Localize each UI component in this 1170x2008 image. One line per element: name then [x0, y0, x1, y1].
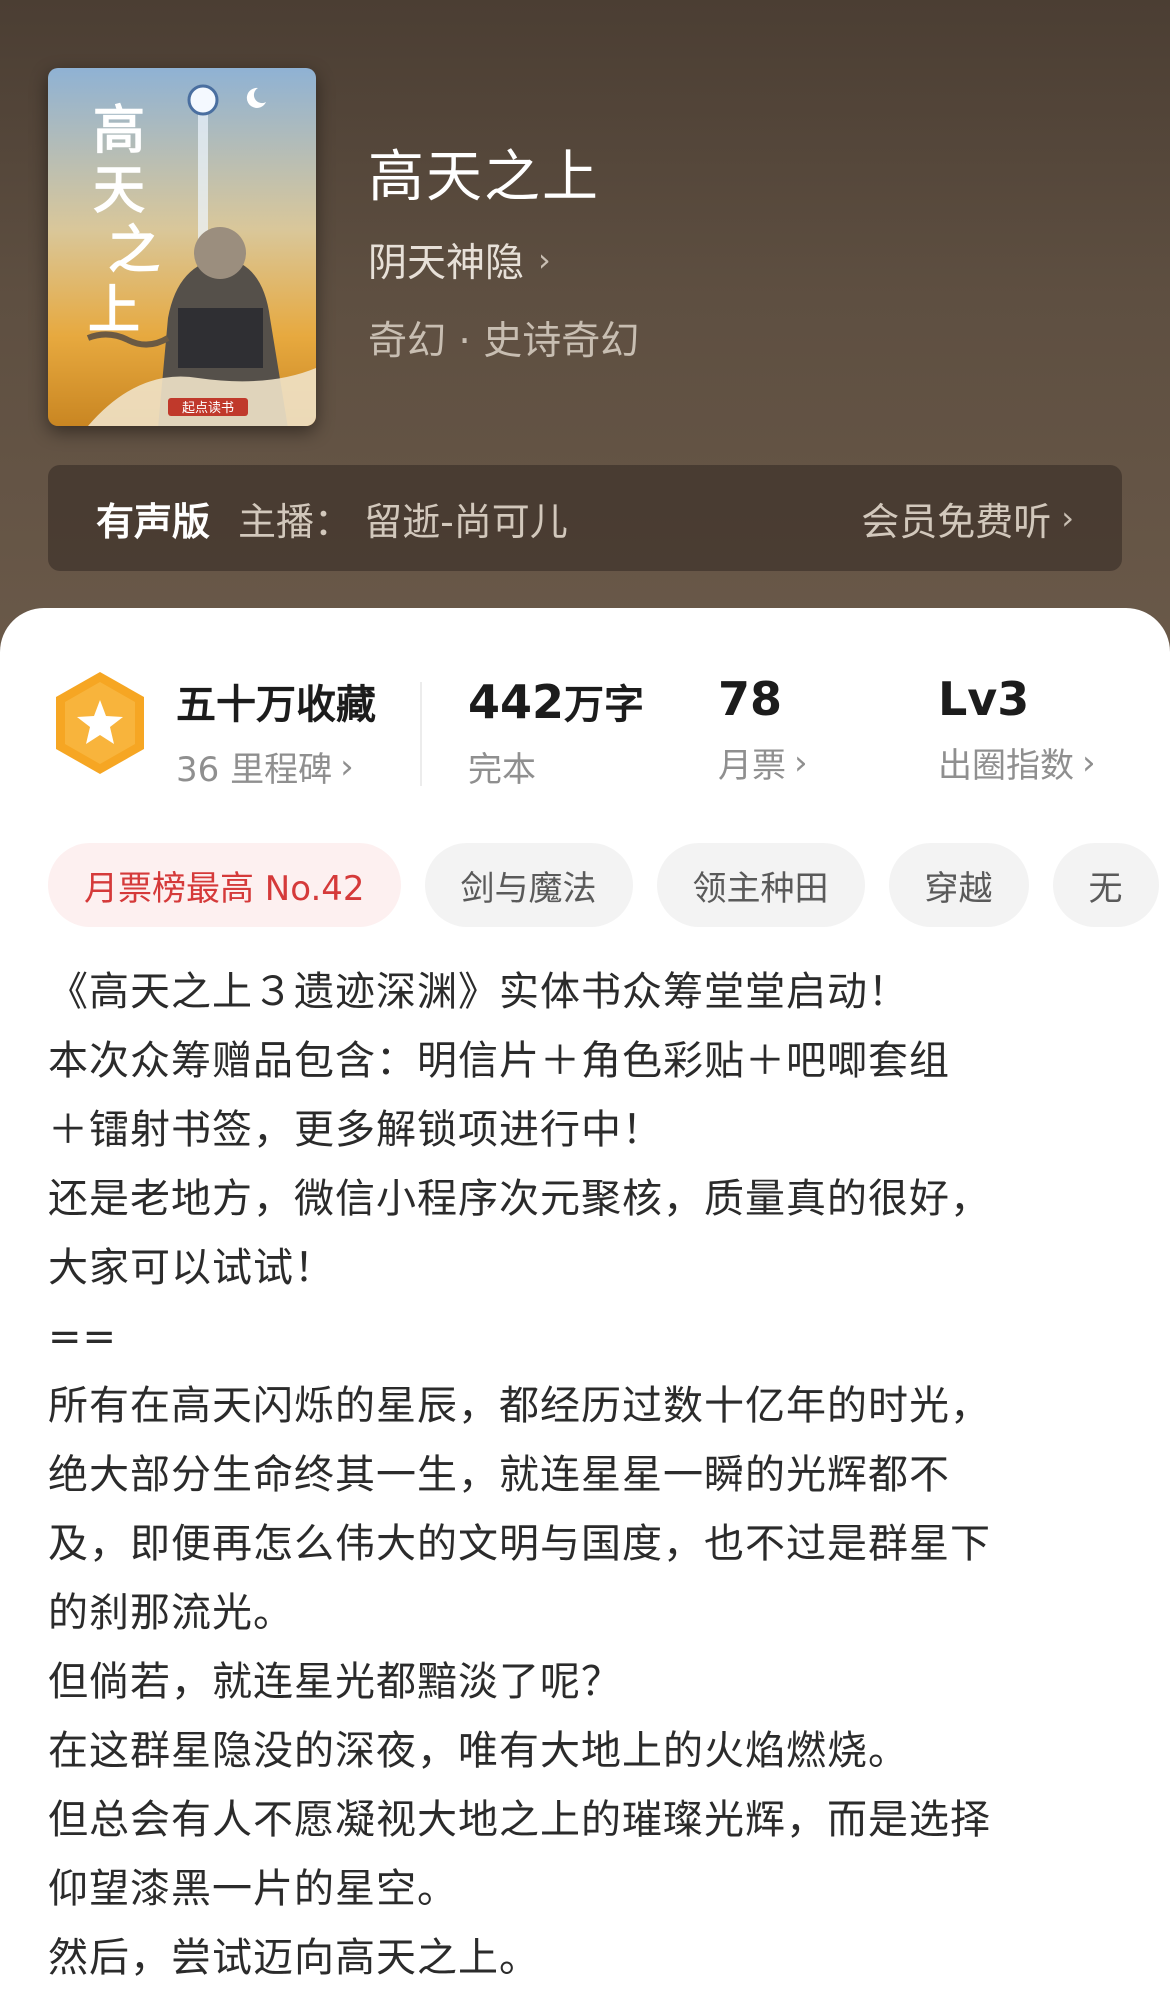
chevron-right-icon: › — [340, 746, 354, 787]
description-line: 在这群星隐没的深夜，唯有大地上的火焰燃烧。 — [48, 1728, 909, 1774]
tag-list: 月票榜最高 No.42 剑与魔法 领主种田 穿越 无 — [48, 843, 1170, 927]
stats-divider — [420, 682, 422, 786]
svg-text:高: 高 — [93, 100, 145, 161]
word-count-unit: 万字 — [564, 682, 645, 728]
description-line: 大家可以试试！ — [48, 1245, 335, 1291]
book-description: 《高天之上３遗迹深渊》实体书众筹堂堂启动！ 本次众筹赠品包含：明信片＋角色彩贴＋… — [48, 958, 1128, 1993]
description-line: 《高天之上３遗迹深渊》实体书众筹堂堂启动！ — [48, 969, 909, 1015]
audio-edition-bar[interactable]: 有声版 主播： 留逝-尚可儿 会员免费听 › — [48, 465, 1122, 571]
popularity-index-stat[interactable]: Lv3 出圈指数 › — [938, 672, 1096, 787]
description-line: 及，即便再怎么伟大的文明与国度，也不过是群星下 — [48, 1521, 991, 1567]
favorites-count: 五十万收藏 — [176, 682, 376, 728]
tag-chip-ranking[interactable]: 月票榜最高 No.42 — [48, 843, 401, 927]
book-cover[interactable]: 起点读书 高 天 之 上 — [48, 68, 316, 426]
description-line: 还是老地方，微信小程序次元聚核，质量真的很好， — [48, 1176, 991, 1222]
chevron-right-icon: › — [538, 241, 551, 279]
audio-edition-label: 有声版 — [96, 499, 211, 544]
description-line: 的刹那流光。 — [48, 1590, 294, 1636]
stats-row: 五十万收藏 36 里程碑 › 442万字 完本 78 月票 › Lv3 出圈指数 — [0, 608, 1170, 808]
tag-chip[interactable]: 领主种田 — [656, 843, 865, 927]
book-genre: 奇幻 · 史诗奇幻 — [368, 319, 640, 364]
monthly-tickets-stat[interactable]: 78 月票 › — [718, 672, 808, 787]
completion-status: 完本 — [468, 750, 536, 790]
svg-text:天: 天 — [93, 160, 145, 221]
cover-publisher: 起点读书 — [182, 401, 234, 416]
author-name: 阴天神隐 — [368, 241, 525, 286]
description-line: 本次众筹赠品包含：明信片＋角色彩贴＋吧唧套组 — [48, 1038, 950, 1084]
tag-chip[interactable]: 剑与魔法 — [424, 843, 633, 927]
description-line: 绝大部分生命终其一生，就连星星一瞬的光辉都不 — [48, 1452, 950, 1498]
word-count-stat: 442万字 完本 — [468, 672, 644, 791]
svg-text:上: 上 — [88, 280, 140, 341]
description-line: 但总会有人不愿凝视大地之上的璀璨光辉，而是选择 — [48, 1797, 991, 1843]
description-line: 但倘若，就连星光都黯淡了呢？ — [48, 1659, 622, 1705]
book-header: 起点读书 高 天 之 上 高天之上 阴天神隐 › 奇幻 · 史诗奇幻 有声版 主… — [0, 0, 1170, 660]
milestones-label: 36 里程碑 — [176, 750, 333, 790]
book-title: 高天之上 — [368, 145, 600, 210]
star-medal-icon — [56, 672, 144, 774]
monthly-tickets-label: 月票 — [718, 746, 786, 786]
description-line: 然后，尝试迈向高天之上。 — [48, 1935, 540, 1981]
popularity-level: Lv3 — [938, 672, 1030, 726]
chevron-right-icon: › — [1061, 499, 1074, 537]
description-line: ＋镭射书签，更多解锁项进行中！ — [48, 1107, 663, 1153]
svg-text:之: 之 — [108, 220, 160, 281]
monthly-tickets-count: 78 — [718, 672, 783, 726]
tag-chip[interactable]: 穿越 — [888, 843, 1029, 927]
popularity-index-label: 出圈指数 — [938, 746, 1074, 786]
description-line: 所有在高天闪烁的星辰，都经历过数十亿年的时光， — [48, 1383, 991, 1429]
description-line: == — [48, 1314, 118, 1360]
word-count-number: 442 — [468, 675, 565, 729]
member-free-listen-button[interactable]: 会员免费听 › — [861, 491, 1074, 546]
author-link[interactable]: 阴天神隐 › — [368, 232, 551, 288]
description-line: 仰望漆黑一片的星空。 — [48, 1866, 458, 1912]
tag-chip[interactable]: 无 — [1052, 843, 1159, 927]
favorites-stat[interactable]: 五十万收藏 36 里程碑 › — [176, 672, 376, 791]
chevron-right-icon: › — [794, 742, 808, 783]
book-detail-sheet: 五十万收藏 36 里程碑 › 442万字 完本 78 月票 › Lv3 出圈指数 — [0, 608, 1170, 2008]
audio-host: 主播： 留逝-尚可儿 — [238, 499, 568, 544]
member-free-listen-label: 会员免费听 — [861, 499, 1052, 544]
chevron-right-icon: › — [1082, 742, 1096, 783]
